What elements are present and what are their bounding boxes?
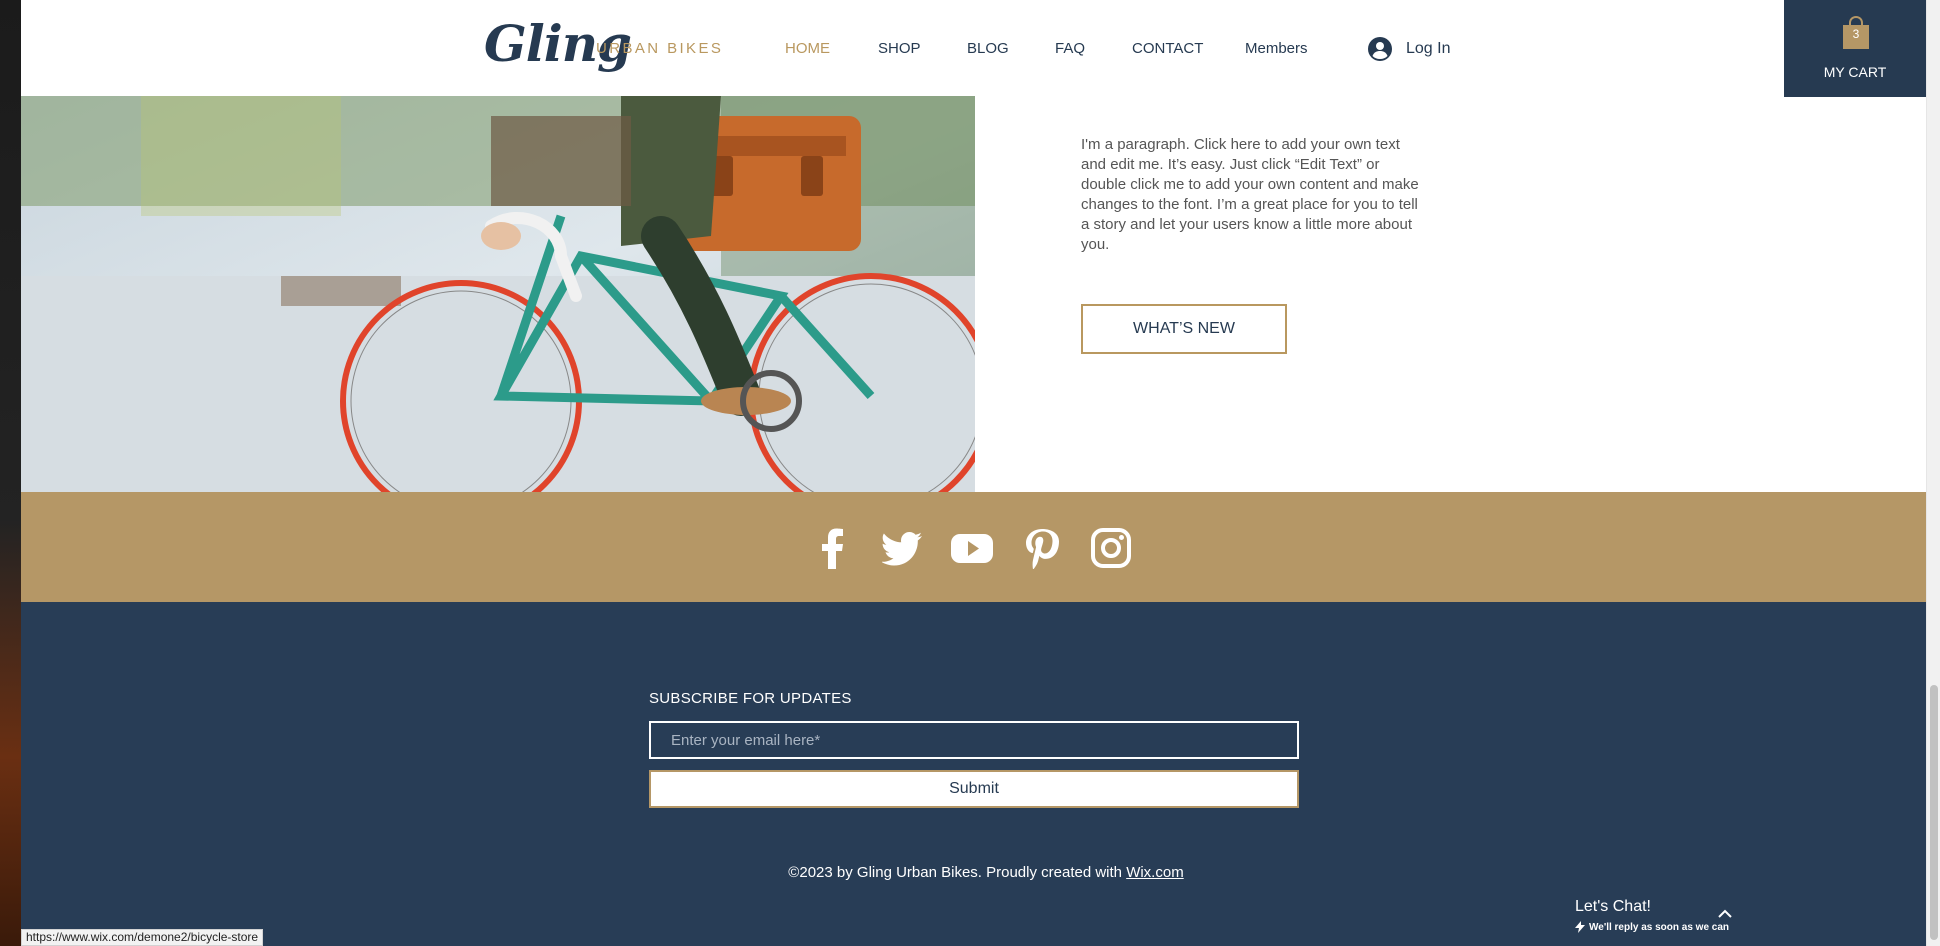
whats-new-button[interactable]: WHAT’S NEW xyxy=(1081,304,1287,354)
twitter-icon[interactable] xyxy=(882,527,924,569)
chat-subtitle: We'll reply as soon as we can xyxy=(1575,921,1729,933)
pinterest-icon[interactable] xyxy=(1021,527,1063,569)
cyclist-photo xyxy=(21,96,975,492)
cyclist-illustration xyxy=(21,96,975,492)
logo-subtitle: URBAN BIKES xyxy=(596,40,724,57)
scrollbar[interactable] xyxy=(1926,0,1940,946)
site: Gling URBAN BIKES HOME SHOP BLOG FAQ CON… xyxy=(21,0,1926,946)
chat-widget[interactable]: Let's Chat! We'll reply as soon as we ca… xyxy=(1567,888,1761,946)
chat-subtitle-text: We'll reply as soon as we can xyxy=(1589,921,1730,933)
cart-count: 3 xyxy=(1852,27,1860,41)
copyright: ©2023 by Gling Urban Bikes. Proudly crea… xyxy=(21,864,1940,881)
nav-home[interactable]: HOME xyxy=(785,40,830,57)
login-button[interactable]: Log In xyxy=(1368,37,1450,61)
login-label: Log In xyxy=(1406,40,1451,57)
youtube-icon[interactable] xyxy=(951,527,993,569)
subscribe-title: SUBSCRIBE FOR UPDATES xyxy=(649,690,852,707)
scrollbar-thumb[interactable] xyxy=(1930,685,1938,940)
nav-members[interactable]: Members xyxy=(1245,40,1308,57)
browser-left-edge xyxy=(0,0,21,946)
social-bar xyxy=(21,492,1926,602)
submit-button[interactable]: Submit xyxy=(649,770,1299,808)
chevron-up-icon[interactable] xyxy=(1717,906,1733,922)
facebook-icon[interactable] xyxy=(812,527,854,569)
cart-label: MY CART xyxy=(1823,64,1887,80)
copyright-text: ©2023 by Gling Urban Bikes. Proudly crea… xyxy=(788,864,1127,881)
nav-shop[interactable]: SHOP xyxy=(878,40,921,57)
instagram-icon[interactable] xyxy=(1090,527,1132,569)
header: Gling URBAN BIKES HOME SHOP BLOG FAQ CON… xyxy=(21,0,1926,97)
chat-title: Let's Chat! xyxy=(1575,898,1651,915)
cart-button[interactable]: 3 MY CART xyxy=(1784,0,1926,97)
user-avatar-icon xyxy=(1368,37,1392,61)
lightning-icon xyxy=(1575,921,1585,933)
nav-faq[interactable]: FAQ xyxy=(1055,40,1085,57)
wix-link[interactable]: Wix.com xyxy=(1126,864,1184,881)
status-bar-url: https://www.wix.com/demone2/bicycle-stor… xyxy=(21,929,264,946)
nav-contact[interactable]: CONTACT xyxy=(1132,40,1203,57)
about-paragraph: I'm a paragraph. Click here to add your … xyxy=(1081,136,1419,253)
nav-blog[interactable]: BLOG xyxy=(967,40,1009,57)
email-input[interactable] xyxy=(649,721,1299,759)
